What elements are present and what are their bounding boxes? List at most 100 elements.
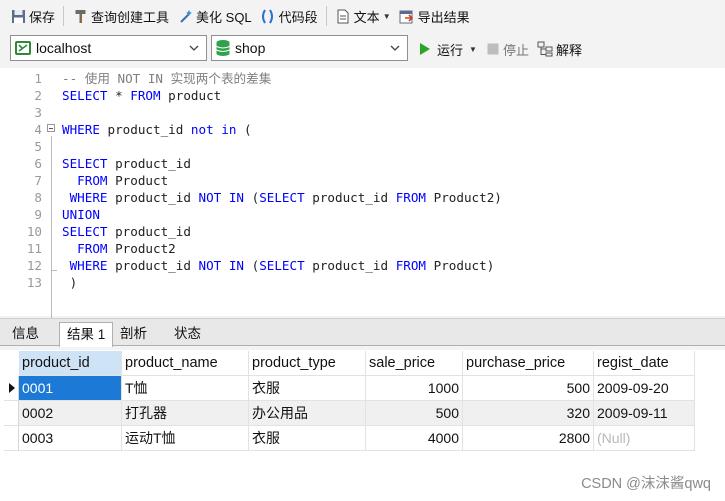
sql-token: Product2) — [426, 190, 502, 205]
sql-keyword: not in — [190, 122, 237, 137]
sql-keyword: FROM — [130, 88, 161, 103]
tab-status[interactable]: 状态 — [167, 322, 208, 346]
cell-purchase-price[interactable]: 2800 — [463, 426, 594, 451]
code-text: WHERE product_id NOT IN (SELECT product_… — [62, 257, 495, 274]
sql-keyword: NOT IN — [198, 190, 245, 205]
column-header-product-name[interactable]: product_name — [122, 351, 249, 376]
sql-editor[interactable]: 1 -- 使用 NOT IN 实现两个表的差集 2 SELECT * FROM pro… — [0, 68, 725, 336]
sql-token: product_id — [107, 190, 199, 205]
tab-profile[interactable]: 剖析 — [113, 322, 154, 346]
toolbar-divider — [325, 6, 327, 26]
code-text: -- 使用 NOT IN 实现两个表的差集 — [62, 70, 271, 87]
line-number: 5 — [34, 139, 42, 154]
document-icon — [335, 8, 351, 24]
column-header-product-id[interactable]: product_id — [19, 351, 122, 376]
query-builder-button[interactable]: 查询创建工具 — [68, 4, 173, 28]
save-button[interactable]: 保存 — [6, 4, 59, 28]
cell-purchase-price[interactable]: 320 — [463, 401, 594, 426]
run-button[interactable]: 运行 ▼ — [414, 37, 481, 61]
cell-product-id[interactable]: 0003 — [19, 426, 122, 451]
result-grid: product_id product_name product_type sale_p… — [0, 350, 725, 501]
stop-button[interactable]: 停止 — [483, 37, 533, 61]
result-tabs: 信息 结果 1 剖析 状态 — [0, 318, 725, 347]
fold-collapse-icon[interactable] — [47, 124, 55, 132]
column-header-product-type[interactable]: product_type — [249, 351, 366, 376]
cell-product-name[interactable]: T恤 — [122, 376, 249, 401]
cell-product-id[interactable]: 0001 — [19, 376, 122, 401]
code-text: WHERE product_id not in ( — [62, 121, 252, 138]
tab-result-1[interactable]: 结果 1 — [59, 322, 114, 347]
cell-product-type[interactable]: 办公用品 — [249, 401, 366, 426]
main-toolbar: 保存 查询创建工具 美化 SQL 代码段 文本 ▼ 导出结果 — [0, 0, 725, 32]
sql-token: ( — [244, 190, 260, 205]
sql-token: Product — [107, 173, 169, 188]
cell-product-name[interactable]: 打孔器 — [122, 401, 249, 426]
cell-sale-price[interactable]: 4000 — [366, 426, 463, 451]
cell-sale-price[interactable]: 1000 — [366, 376, 463, 401]
column-header-sale-price[interactable]: sale_price — [366, 351, 463, 376]
save-icon — [10, 8, 26, 24]
explain-icon — [537, 41, 553, 57]
column-header-regist-date[interactable]: regist_date — [594, 351, 695, 376]
cell-sale-price[interactable]: 500 — [366, 401, 463, 426]
chevron-down-icon — [189, 45, 199, 51]
cell-product-type[interactable]: 衣服 — [249, 426, 366, 451]
code-text: SELECT * FROM product — [62, 87, 221, 104]
cell-regist-date[interactable]: 2009-09-20 — [594, 376, 695, 401]
code-text: UNION — [62, 206, 100, 223]
code-text: SELECT product_id — [62, 155, 191, 172]
cell-purchase-price[interactable]: 500 — [463, 376, 594, 401]
line-number: 3 — [34, 105, 42, 120]
sql-token: product_id — [107, 156, 191, 171]
text-menu-button[interactable]: 文本 ▼ — [331, 4, 395, 28]
cell-product-id[interactable]: 0002 — [19, 401, 122, 426]
sql-keyword: UNION — [62, 207, 100, 222]
code-snippet-button[interactable]: 代码段 — [256, 4, 322, 28]
tab-info[interactable]: 信息 — [5, 322, 46, 346]
table-row[interactable]: 0001 T恤 衣服 1000 500 2009-09-20 — [19, 376, 695, 401]
code-text: ) — [62, 274, 78, 291]
row-selector[interactable] — [4, 426, 19, 451]
fold-guide-end — [51, 270, 57, 271]
sql-keyword: FROM — [395, 190, 427, 205]
toolbar-divider — [63, 6, 65, 26]
sql-keyword: FROM — [395, 258, 427, 273]
stop-icon — [487, 43, 499, 55]
row-selector[interactable] — [4, 376, 19, 401]
beautify-sql-label: 美化 SQL — [196, 9, 252, 25]
connection-select[interactable]: localhost — [10, 35, 207, 61]
line-number: 12 — [26, 258, 42, 273]
parentheses-icon — [260, 8, 276, 24]
export-icon — [399, 8, 415, 24]
sql-token: ) — [62, 275, 78, 290]
line-number: 10 — [26, 224, 42, 239]
line-number: 13 — [26, 275, 42, 290]
cell-product-type[interactable]: 衣服 — [249, 376, 366, 401]
code-snippet-label: 代码段 — [278, 9, 318, 25]
sql-token: product_id — [107, 224, 191, 239]
sql-token: product_id — [107, 258, 199, 273]
export-results-button[interactable]: 导出结果 — [395, 4, 474, 28]
line-number: 8 — [34, 190, 42, 205]
sql-comment: -- 使用 NOT IN 实现两个表的差集 — [62, 71, 272, 86]
beautify-sql-button[interactable]: 美化 SQL — [173, 4, 256, 28]
cell-product-name[interactable]: 运动T恤 — [122, 426, 249, 451]
sql-token: product_id — [304, 258, 396, 273]
caret-down-icon: ▼ — [382, 11, 391, 21]
column-header-purchase-price[interactable]: purchase_price — [463, 351, 594, 376]
database-value: shop — [235, 40, 266, 56]
database-select[interactable]: shop — [211, 35, 408, 61]
table-row[interactable]: 0003 运动T恤 衣服 4000 2800 (Null) — [19, 426, 695, 451]
chevron-down-icon — [390, 45, 400, 51]
cell-regist-date[interactable]: 2009-09-11 — [594, 401, 695, 426]
cell-regist-date[interactable]: (Null) — [594, 426, 695, 451]
explain-button[interactable]: 解释 — [533, 37, 586, 61]
row-selector[interactable] — [4, 401, 19, 426]
run-controls: 运行 ▼ 停止 解释 — [414, 37, 586, 61]
table-row[interactable]: 0002 打孔器 办公用品 500 320 2009-09-11 — [19, 401, 695, 426]
code-text: SELECT product_id — [62, 223, 191, 240]
